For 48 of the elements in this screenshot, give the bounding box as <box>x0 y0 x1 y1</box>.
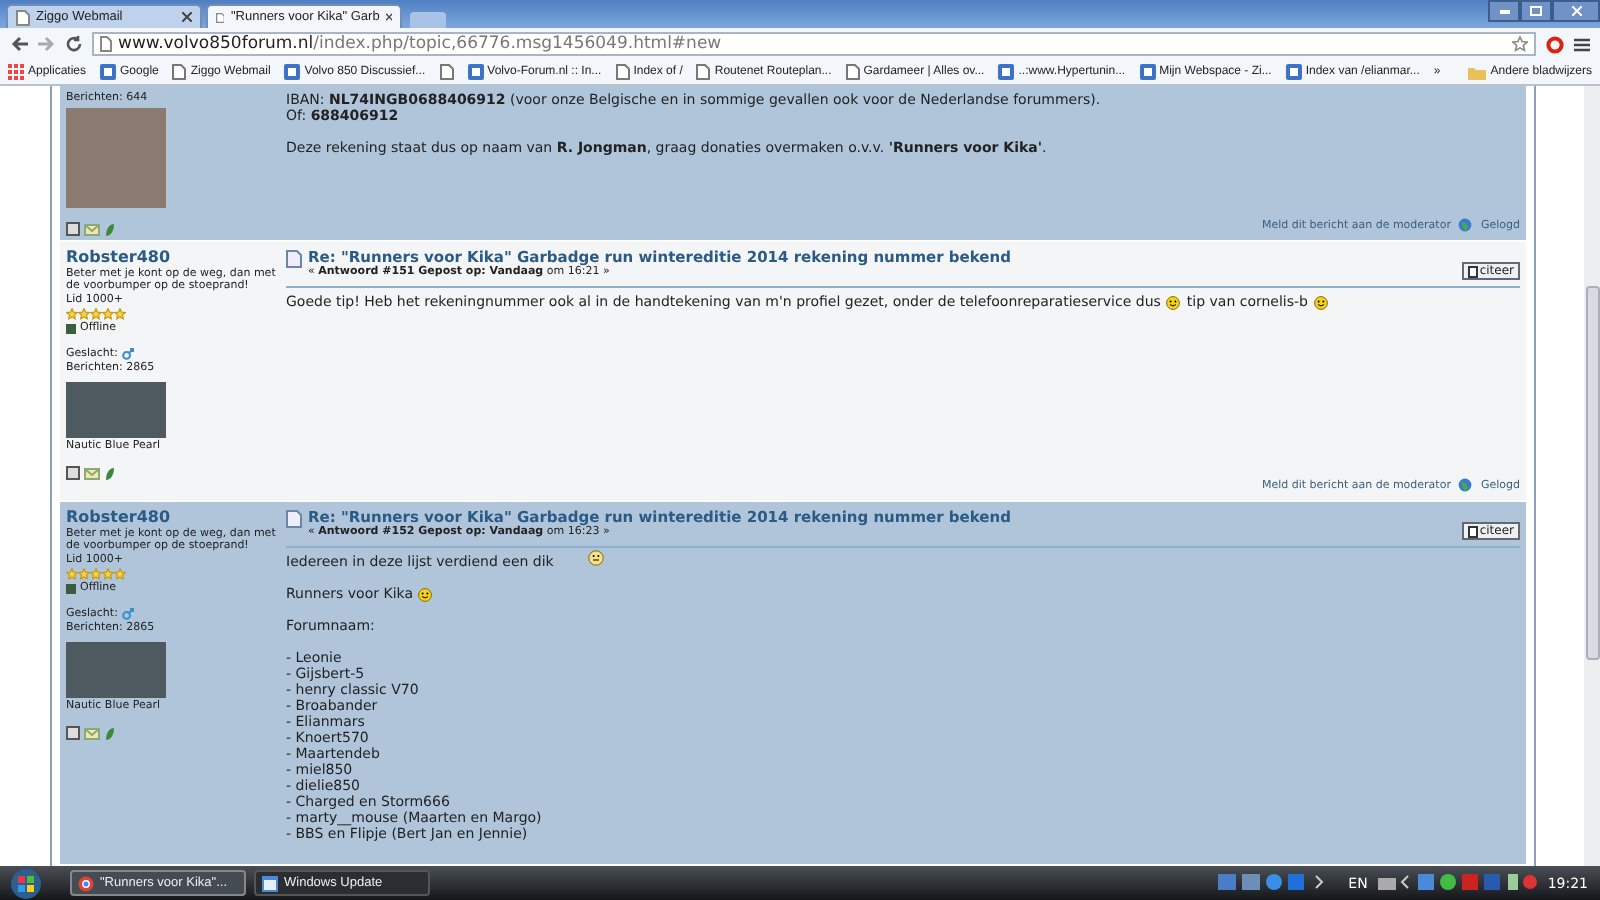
scrollbar-thumb[interactable] <box>1586 286 1600 660</box>
maximize-icon <box>1530 6 1542 16</box>
star-icon[interactable] <box>1512 36 1528 52</box>
profile-card-icon[interactable] <box>66 222 80 236</box>
apps-grid-icon <box>8 64 24 80</box>
minimize-icon <box>1499 9 1509 13</box>
car-photo-placeholder <box>66 382 166 438</box>
page-icon <box>100 36 112 52</box>
bookmark[interactable] <box>439 64 454 80</box>
close-icon[interactable] <box>182 12 192 22</box>
document-icon <box>286 510 302 528</box>
window-icon <box>262 875 278 891</box>
smiley-icon <box>587 550 604 566</box>
smiley-icon <box>418 587 433 601</box>
start-orb-icon[interactable] <box>10 867 42 899</box>
smiley-icon <box>1314 295 1328 309</box>
car-photo-placeholder <box>66 642 166 698</box>
menu-icon[interactable] <box>1574 37 1590 51</box>
page-icon <box>216 9 225 25</box>
globe-icon <box>1458 218 1473 232</box>
scrollbar[interactable] <box>1584 86 1600 866</box>
ring-icon[interactable] <box>1546 35 1564 53</box>
reload-icon[interactable] <box>66 36 82 52</box>
browser-logo-icon <box>78 875 94 891</box>
address-bar[interactable]: www.volvo850forum.nl/index.php/topic,66776.msg1456049.html#new <box>92 32 1536 56</box>
username-link[interactable]: Robster480 <box>66 508 276 526</box>
close-window-button[interactable] <box>1552 0 1600 22</box>
status-icon <box>66 583 76 593</box>
username-link[interactable]: Robster480 <box>66 248 276 266</box>
document-icon <box>286 250 302 268</box>
status-icon <box>66 323 76 333</box>
globe-icon <box>1458 478 1473 492</box>
folder-icon <box>1468 65 1487 79</box>
leaf-icon[interactable] <box>104 466 116 482</box>
male-symbol-icon <box>121 348 134 360</box>
close-icon <box>1571 6 1581 16</box>
avatar-photo-placeholder <box>66 108 166 208</box>
close-icon[interactable] <box>385 12 392 22</box>
document-icon <box>1467 525 1478 537</box>
smiley-icon <box>1166 295 1181 309</box>
maximize-button[interactable] <box>1520 0 1552 22</box>
profile-card-icon[interactable] <box>66 726 80 740</box>
back-arrow-icon[interactable] <box>10 36 28 52</box>
document-icon <box>1467 265 1478 277</box>
profile-card-icon[interactable] <box>66 466 80 480</box>
male-symbol-icon <box>121 608 134 620</box>
tray-icons-drawing[interactable] <box>1377 874 1538 892</box>
minimize-button[interactable] <box>1488 0 1520 22</box>
